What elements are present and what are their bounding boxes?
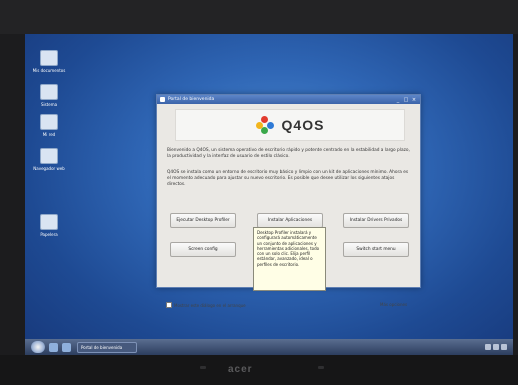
browser-icon <box>40 148 58 164</box>
window-title: Portal de bienvenida <box>168 97 215 102</box>
taskbar: Portal de bienvenida <box>25 339 513 355</box>
show-on-startup-label: Mostrar este diálogo en el arranque <box>174 302 246 308</box>
intro-text: Bienvenido a Q4OS, un sistema operativo … <box>167 148 410 159</box>
maximize-button[interactable]: □ <box>403 97 409 103</box>
desktop-icon-label: Navegador web <box>33 166 65 171</box>
install-apps-button[interactable]: Instalar Aplicaciones <box>257 213 323 228</box>
tooltip: Desktop Profiler instalará y configurará… <box>253 227 326 291</box>
folder-documents-icon <box>40 50 58 66</box>
show-on-startup-checkbox[interactable] <box>166 302 172 308</box>
network-icon <box>40 114 58 130</box>
desktop-icon-system[interactable]: Sistema <box>29 84 69 107</box>
screen-config-button[interactable]: Screen config <box>170 242 236 257</box>
system-tray <box>485 344 507 350</box>
computer-icon <box>40 84 58 100</box>
bezel-top <box>0 0 518 34</box>
more-options-link[interactable]: Más opciones <box>380 302 407 307</box>
desktop-icon-network[interactable]: Mi red <box>29 114 69 137</box>
desktop-profiler-button[interactable]: Ejecutar Desktop Profiler <box>170 213 236 228</box>
desktop: Mis documentos Sistema Mi red Navegador … <box>25 34 513 355</box>
taskbar-item-welcome[interactable]: Portal de bienvenida <box>77 341 137 353</box>
clock-tray-icon[interactable] <box>501 344 507 350</box>
desktop-icon-label: Papelera <box>40 232 58 237</box>
bezel-bottom <box>0 355 518 385</box>
desktop-icon-label: Sistema <box>40 102 58 107</box>
status-led <box>318 366 324 369</box>
brand-logo: acer <box>228 364 253 375</box>
laptop-frame: Mis documentos Sistema Mi red Navegador … <box>0 0 518 385</box>
show-on-startup[interactable]: Mostrar este diálogo en el arranque <box>166 302 246 308</box>
switch-start-menu-button[interactable]: Switch start menu <box>343 242 409 257</box>
volume-tray-icon[interactable] <box>493 344 499 350</box>
desktop-icon-documents[interactable]: Mis documentos <box>29 50 69 73</box>
desktop-icon-trash[interactable]: Papelera <box>29 214 69 237</box>
window-titlebar[interactable]: Portal de bienvenida _ □ × <box>157 95 420 104</box>
welcome-window: Portal de bienvenida _ □ × Q4OS Bienveni… <box>156 94 421 308</box>
show-desktop-icon[interactable] <box>49 342 58 352</box>
q4os-logo-icon <box>255 116 274 134</box>
logo-text: Q4OS <box>281 117 325 133</box>
network-tray-icon[interactable] <box>485 344 491 350</box>
intro-text-2: Q4OS se instala como un entorno de escri… <box>167 170 409 187</box>
close-button[interactable]: × <box>411 97 417 103</box>
app-icon <box>160 97 165 102</box>
desktop-icon-label: Mi red <box>42 132 56 137</box>
desktop-icon-label: Mis documentos <box>32 68 66 73</box>
start-menu-button[interactable] <box>31 341 45 353</box>
install-drivers-button[interactable]: Instalar Drivers Privados <box>343 213 409 228</box>
logo-banner: Q4OS <box>175 109 405 141</box>
status-led <box>200 366 206 369</box>
trash-icon <box>40 214 58 230</box>
desktop-icon-browser[interactable]: Navegador web <box>29 148 69 171</box>
browser-quicklaunch-icon[interactable] <box>62 342 71 352</box>
minimize-button[interactable]: _ <box>395 97 401 103</box>
